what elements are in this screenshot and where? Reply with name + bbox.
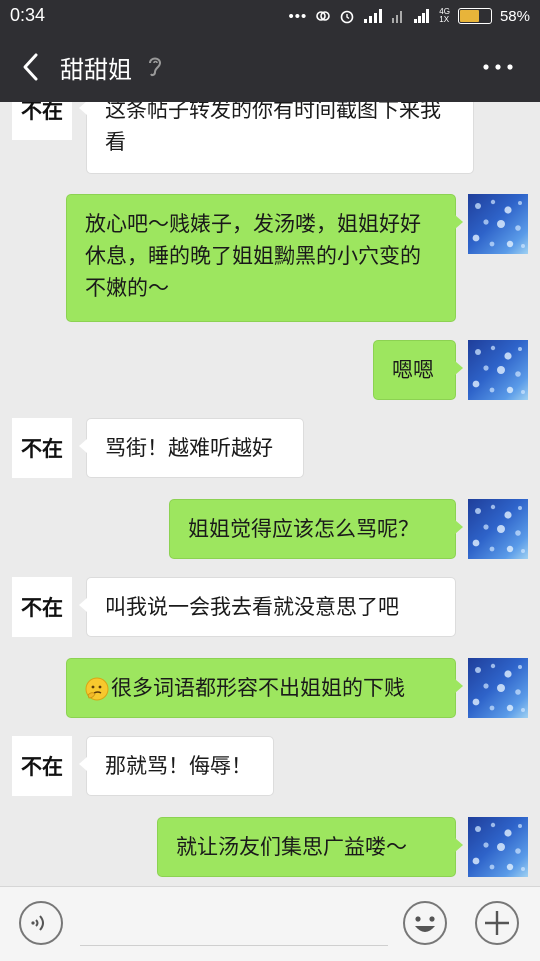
back-button[interactable]	[16, 50, 48, 84]
signal-3-icon	[414, 9, 430, 23]
more-functions-button[interactable]	[474, 900, 520, 946]
network-sub-label: 1X	[439, 15, 450, 24]
self-avatar[interactable]	[468, 194, 528, 254]
self-avatar[interactable]	[468, 340, 528, 400]
status-icons: ••• 4G 1X 58%	[289, 6, 530, 26]
self-avatar[interactable]	[468, 658, 528, 718]
water-droplets-image	[472, 663, 525, 712]
battery-percent: 58%	[499, 7, 530, 25]
emoji-button[interactable]	[402, 900, 448, 946]
self-avatar[interactable]	[468, 499, 528, 559]
message-bubble[interactable]: 这条帖子转发的你有时间截图下来我看	[79, 102, 474, 174]
input-bar	[0, 886, 540, 961]
water-droplets-image	[472, 504, 525, 553]
thinking-face-icon	[85, 677, 109, 701]
message-text: 很多词语都形容不出姐姐的下贱	[111, 676, 405, 700]
message-bubble[interactable]: 放心吧～贱婊子，发汤喽，姐姐好好休息，睡的晚了姐姐黝黑的小穴变的不嫩的～	[66, 194, 463, 322]
message-bubble[interactable]: 那就骂！侮辱！	[79, 736, 274, 796]
chat-title: 甜甜姐	[60, 56, 132, 84]
message-bubble[interactable]: 姐姐觉得应该怎么骂呢？	[169, 499, 463, 559]
signal-icon	[364, 9, 383, 23]
water-droplets-image	[472, 345, 525, 394]
chat-area[interactable]: 不在 这条帖子转发的你有时间截图下来我看 放心吧～贱婊子，发汤喽，姐姐好好休息，…	[0, 102, 540, 886]
link-icon	[316, 11, 331, 21]
alarm-icon	[340, 10, 354, 24]
message-bubble[interactable]: 嗯嗯	[373, 340, 463, 400]
voice-input-button[interactable]	[18, 900, 64, 946]
message-bubble[interactable]: 骂街！越难听越好	[79, 418, 304, 478]
water-droplets-image	[472, 822, 525, 871]
status-time: 0:34	[10, 5, 46, 25]
self-avatar[interactable]	[468, 817, 528, 877]
battery-icon	[457, 8, 492, 24]
contact-avatar[interactable]: 不在	[12, 418, 72, 478]
water-droplets-image	[472, 199, 525, 248]
status-bar: 0:34 ••• 4G 1X 58%	[0, 0, 540, 32]
earpiece-icon	[149, 57, 162, 77]
chat-header: 甜甜姐	[0, 32, 540, 102]
message-bubble[interactable]: 就让汤友们集思广益喽～	[157, 817, 463, 877]
contact-avatar[interactable]: 不在	[12, 736, 72, 796]
more-notifications-icon: •••	[288, 7, 308, 25]
contact-avatar[interactable]: 不在	[12, 577, 72, 637]
message-bubble[interactable]: 叫我说一会我去看就没意思了吧	[79, 577, 456, 637]
message-input[interactable]	[80, 945, 388, 946]
network-type: 4G 1X	[439, 8, 450, 24]
message-bubble[interactable]: 很多词语都形容不出姐姐的下贱	[66, 658, 463, 718]
more-options-button[interactable]	[482, 58, 514, 76]
contact-avatar[interactable]: 不在	[12, 102, 72, 140]
signal-2-icon	[392, 11, 403, 23]
